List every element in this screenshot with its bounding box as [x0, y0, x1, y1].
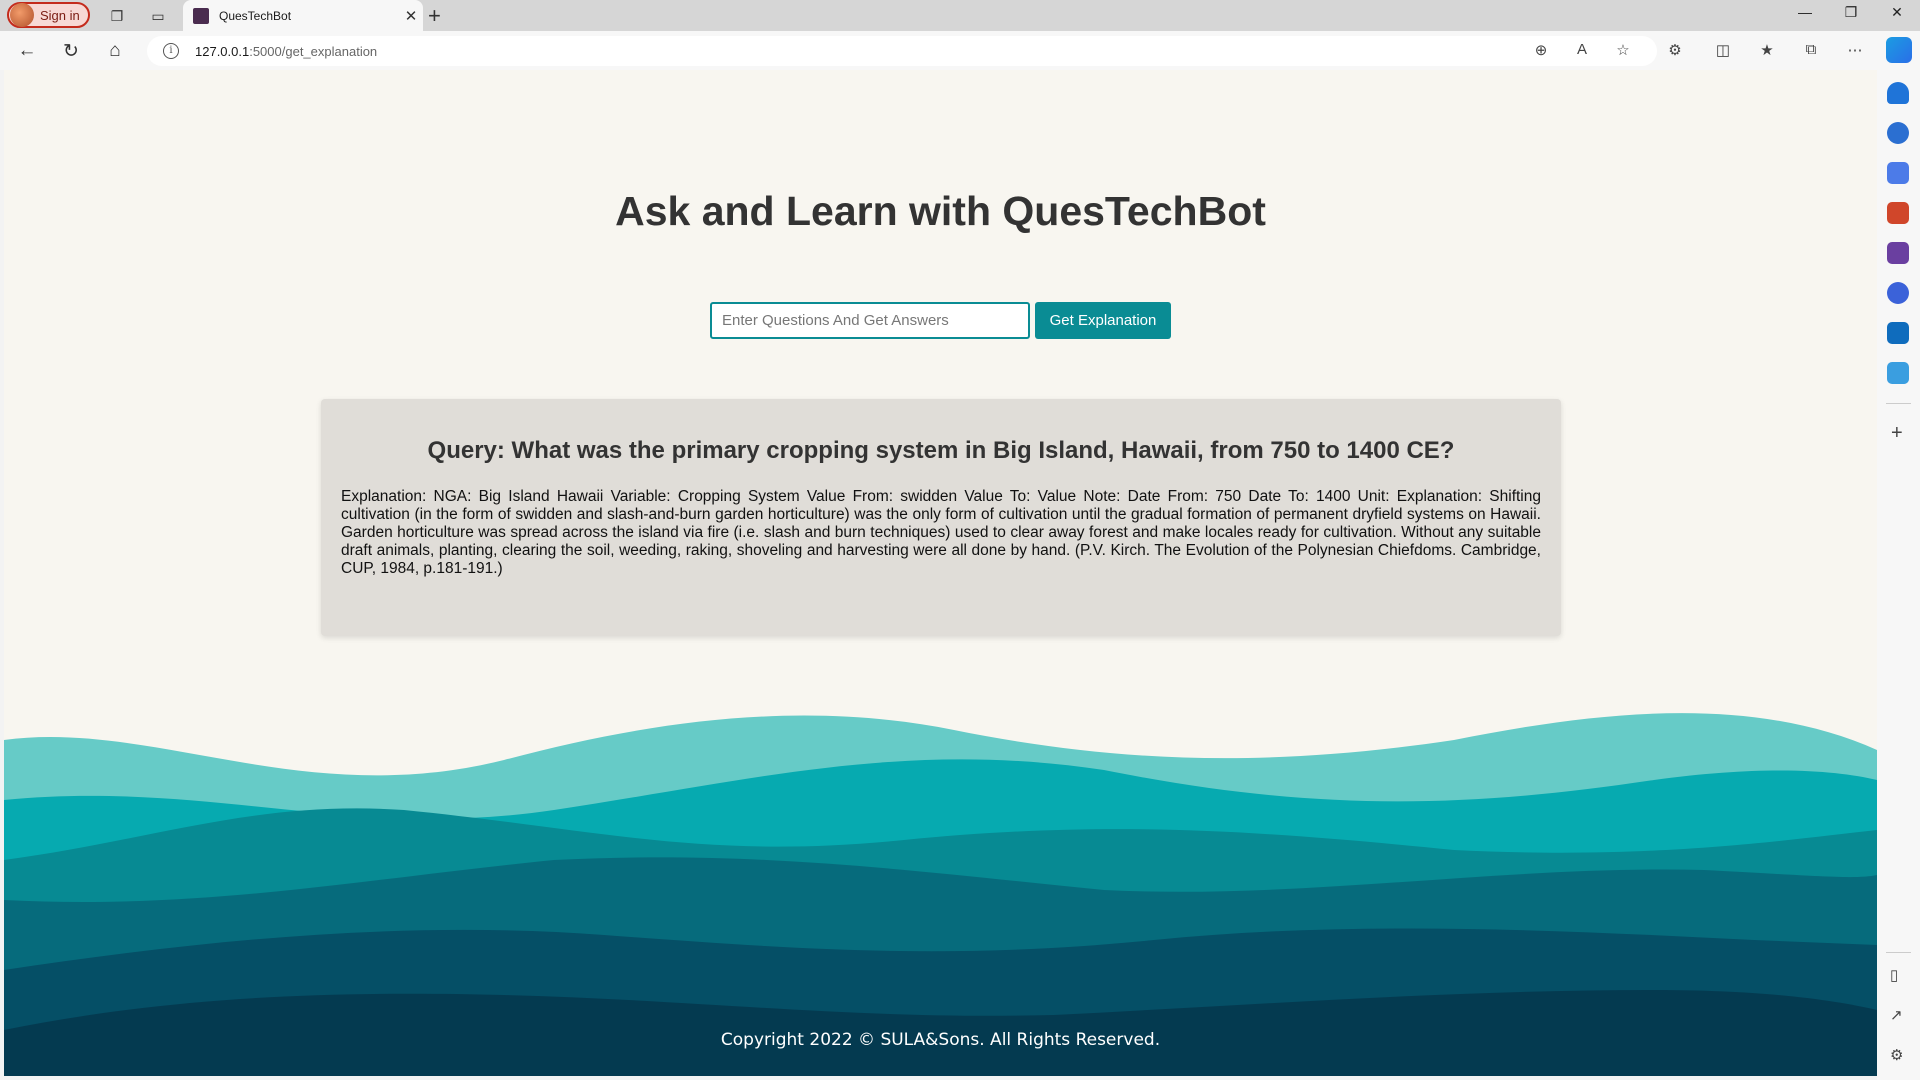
site-favicon-icon: [193, 7, 209, 24]
copilot-icon[interactable]: [1886, 37, 1912, 63]
close-window-icon[interactable]: ✕: [1877, 4, 1917, 21]
active-tab[interactable]: QuesTechBot ✕: [183, 0, 423, 31]
page-title: Ask and Learn with QuesTechBot: [615, 188, 1266, 234]
sidebar-settings-gear-icon[interactable]: ⚙: [1890, 1046, 1903, 1064]
collections-icon[interactable]: ⧉: [1800, 41, 1822, 58]
explanation-text: Explanation: NGA: Big Island Hawaii Vari…: [341, 488, 1541, 577]
shopping-tag-icon[interactable]: [1887, 162, 1909, 184]
web-page: Ask and Learn with QuesTechBot Get Expla…: [4, 70, 1877, 1076]
sign-in-label: Sign in: [40, 7, 80, 23]
url-host: 127.0.0.1: [195, 43, 250, 59]
query-heading: Query: What was the primary cropping sys…: [427, 437, 1455, 464]
tab-title: QuesTechBot: [219, 8, 292, 23]
send-drop-icon[interactable]: [1887, 362, 1909, 384]
zoom-icon[interactable]: ⊕: [1530, 41, 1552, 59]
tab-strip: Sign in ❐ ▭ QuesTechBot ✕ + — ❐ ✕: [0, 0, 1920, 31]
question-input[interactable]: [710, 302, 1030, 339]
right-sidebar: + ▯ ↗ ⚙: [1877, 70, 1920, 1080]
url-path: :5000/get_explanation: [249, 43, 378, 59]
tools-toolbox-icon[interactable]: [1887, 202, 1909, 224]
address-bar[interactable]: i 127.0.0.1:5000/get_explanation: [147, 36, 1657, 66]
decorative-waves: [4, 713, 1877, 1076]
new-tab-icon[interactable]: +: [428, 3, 441, 29]
favorite-star-icon[interactable]: ☆: [1612, 41, 1634, 59]
outlook-icon[interactable]: [1887, 322, 1909, 344]
home-icon[interactable]: ⌂: [102, 39, 128, 63]
tab-actions-icon[interactable]: ▭: [147, 5, 169, 27]
external-link-icon[interactable]: ↗: [1890, 1006, 1903, 1024]
sidebar-divider: [1886, 403, 1911, 404]
refresh-icon[interactable]: ↻: [58, 39, 84, 63]
notifications-bell-icon[interactable]: [1887, 82, 1909, 104]
search-icon[interactable]: [1887, 122, 1909, 144]
back-icon[interactable]: ←: [14, 39, 40, 63]
hide-sidebar-icon[interactable]: ▯: [1890, 966, 1898, 984]
read-aloud-icon[interactable]: A: [1571, 41, 1593, 58]
extensions-icon[interactable]: ⚙: [1664, 41, 1686, 59]
answer-card: Query: What was the primary cropping sys…: [321, 399, 1561, 636]
workspaces-icon[interactable]: ❐: [106, 5, 128, 27]
restore-icon[interactable]: ❐: [1831, 4, 1871, 21]
add-sidebar-app-icon[interactable]: +: [1891, 422, 1903, 445]
navigation-bar: ← ↻ ⌂ i 127.0.0.1:5000/get_explanation ⊕…: [0, 31, 1920, 70]
site-info-icon[interactable]: i: [163, 43, 179, 59]
games-chess-icon[interactable]: [1887, 242, 1909, 264]
sign-in-button[interactable]: Sign in: [7, 2, 90, 28]
profile-avatar-icon: [10, 3, 34, 27]
microsoft-365-icon[interactable]: [1887, 282, 1909, 304]
copyright-footer: Copyright 2022 © SULA&Sons. All Rights R…: [720, 1030, 1161, 1050]
favorites-icon[interactable]: ★: [1756, 41, 1778, 59]
sidebar-divider-bottom: [1886, 952, 1911, 953]
minimize-icon[interactable]: —: [1785, 4, 1825, 20]
more-menu-icon[interactable]: ⋯: [1844, 41, 1866, 59]
split-screen-icon[interactable]: ◫: [1712, 41, 1734, 59]
close-tab-icon[interactable]: ✕: [399, 7, 423, 25]
get-explanation-button[interactable]: Get Explanation: [1035, 302, 1171, 339]
